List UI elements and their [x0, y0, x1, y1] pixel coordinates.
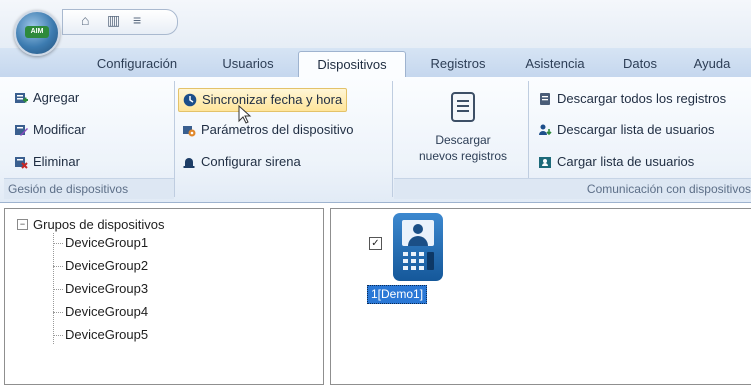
- device-terminal-graphic: [402, 220, 434, 270]
- tree-connector: [53, 312, 63, 313]
- group-separator: [174, 81, 175, 197]
- download-user-list-button[interactable]: Descargar lista de usuarios: [534, 119, 719, 141]
- users-download-icon: [539, 124, 552, 136]
- download-new-logs-label-2: nuevos registros: [418, 149, 508, 163]
- tree-item-devicegroup2[interactable]: DeviceGroup2: [65, 258, 148, 273]
- document-download-icon: [451, 92, 475, 122]
- sync-time-label: Sincronizar fecha y hora: [202, 92, 343, 107]
- download-logs-icon: [540, 93, 550, 105]
- tree-item-devicegroup1[interactable]: DeviceGroup1: [65, 235, 148, 250]
- title-bar: ⌂ ▥ ≡: [0, 0, 751, 48]
- download-new-logs-button[interactable]: Descargar nuevos registros: [402, 85, 524, 177]
- book-icon[interactable]: ▥: [107, 12, 120, 29]
- menu-icon[interactable]: ≡: [133, 12, 141, 28]
- home-icon[interactable]: ⌂: [81, 12, 89, 28]
- device-settings-icon: [183, 126, 196, 137]
- ribbon-panel: Agregar Modificar Eliminar Gesión de dis…: [0, 77, 751, 203]
- tab-registros[interactable]: Registros: [418, 54, 498, 74]
- download-new-logs-label-1: Descargar: [435, 133, 491, 147]
- download-all-logs-label: Descargar todos los registros: [557, 91, 727, 106]
- add-icon: [15, 93, 28, 103]
- download-user-list-label: Descargar lista de usuarios: [557, 122, 715, 137]
- tree-root[interactable]: − Grupos de dispositivos: [17, 217, 165, 232]
- terminal-device-icon[interactable]: [393, 213, 443, 281]
- users-upload-icon: [539, 157, 551, 168]
- delete-device-label: Eliminar: [33, 154, 80, 169]
- tab-datos[interactable]: Datos: [612, 54, 668, 74]
- upload-user-list-label: Cargar lista de usuarios: [557, 154, 695, 169]
- app-logo: AIM: [25, 26, 49, 38]
- mouse-cursor-icon: [238, 105, 252, 124]
- add-device-button[interactable]: Agregar: [10, 87, 83, 109]
- tab-usuarios[interactable]: Usuarios: [210, 54, 286, 74]
- tree-item-devicegroup5[interactable]: DeviceGroup5: [65, 327, 148, 342]
- device-group-tree: − Grupos de dispositivos DeviceGroup1 De…: [4, 208, 324, 385]
- tree-item-devicegroup3[interactable]: DeviceGroup3: [65, 281, 148, 296]
- modify-device-label: Modificar: [33, 122, 86, 137]
- tree-root-label: Grupos de dispositivos: [33, 217, 165, 232]
- ribbon-tab-row: Configuración Usuarios Dispositivos Regi…: [0, 48, 751, 79]
- tree-connector: [53, 243, 63, 244]
- group-caption-device-management: Gesión de dispositivos: [4, 178, 174, 199]
- app-menu-button[interactable]: AIM: [14, 10, 60, 56]
- sync-time-button[interactable]: Sincronizar fecha y hora: [178, 88, 348, 112]
- tree-connector: [53, 266, 63, 267]
- tab-ayuda[interactable]: Ayuda: [684, 54, 740, 74]
- device-params-label: Parámetros del dispositivo: [201, 122, 354, 137]
- collapse-icon[interactable]: −: [17, 219, 28, 230]
- delete-device-button[interactable]: Eliminar: [10, 151, 84, 173]
- siren-icon: [183, 158, 195, 168]
- download-all-logs-button[interactable]: Descargar todos los registros: [534, 88, 730, 110]
- tree-connector: [53, 335, 63, 336]
- upload-user-list-button[interactable]: Cargar lista de usuarios: [534, 151, 698, 173]
- clock-icon: [183, 93, 197, 107]
- device-list-panel: ✓ 1[Demo1]: [330, 208, 751, 385]
- delete-icon: [15, 157, 28, 169]
- configure-siren-button[interactable]: Configurar sirena: [178, 151, 305, 173]
- device-label[interactable]: 1[Demo1]: [367, 285, 428, 304]
- device-checkbox[interactable]: ✓: [369, 237, 382, 250]
- group-caption-communication: Comunicación con dispositivos: [394, 178, 751, 199]
- quick-access-toolbar: ⌂ ▥ ≡: [62, 9, 178, 35]
- configure-siren-label: Configurar sirena: [201, 154, 301, 169]
- device-params-button[interactable]: Parámetros del dispositivo: [178, 119, 357, 141]
- modify-device-button[interactable]: Modificar: [10, 119, 90, 141]
- tab-configuracion[interactable]: Configuración: [86, 54, 188, 74]
- group-separator: [392, 81, 393, 197]
- add-device-label: Agregar: [33, 90, 80, 105]
- tab-dispositivos[interactable]: Dispositivos: [298, 51, 406, 79]
- communication-caption-text: Comunicación con dispositivos: [586, 182, 751, 196]
- tree-connector: [53, 289, 63, 290]
- tab-asistencia[interactable]: Asistencia: [514, 54, 596, 74]
- edit-icon: [15, 125, 28, 136]
- tree-item-devicegroup4[interactable]: DeviceGroup4: [65, 304, 148, 319]
